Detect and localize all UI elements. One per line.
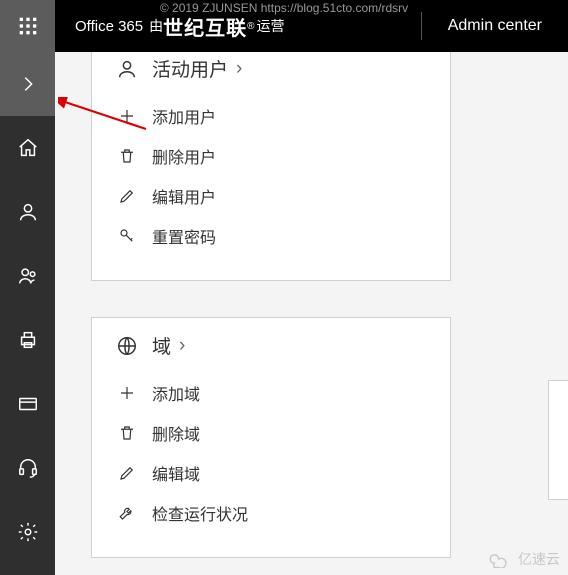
action-label: 检查运行状况 — [152, 501, 248, 525]
sidebar-billing[interactable] — [0, 372, 55, 436]
key-icon — [114, 227, 140, 245]
sidebar-settings[interactable] — [0, 500, 55, 564]
card-title-domains: 域 — [152, 332, 171, 359]
printer-icon — [17, 329, 39, 351]
sidebar-groups[interactable] — [0, 244, 55, 308]
user-head-icon — [114, 58, 140, 80]
sidebar — [0, 52, 55, 575]
brand-reg: ® — [247, 21, 254, 32]
action-label: 编辑用户 — [152, 184, 216, 208]
app-header: Office 365 由 世纪互联 ® 运营 Admin center — [0, 0, 568, 52]
chevron-right-icon: › — [179, 335, 185, 357]
action-label: 重置密码 — [152, 224, 216, 248]
headset-icon — [17, 457, 39, 479]
chevron-right-icon — [17, 73, 39, 95]
brand-cn-tail: 运营 — [256, 16, 284, 36]
card-head-domains[interactable]: 域 › — [92, 326, 450, 373]
action-check-domain-health[interactable]: 检查运行状况 — [92, 493, 450, 533]
card-title-users: 活动用户 — [152, 55, 228, 82]
action-label: 添加用户 — [152, 104, 216, 128]
gear-icon — [17, 521, 39, 543]
action-label: 删除用户 — [152, 144, 216, 168]
plus-icon — [114, 107, 140, 125]
group-icon — [17, 265, 39, 287]
action-label: 删除域 — [152, 421, 200, 445]
person-icon — [17, 201, 39, 223]
action-label: 编辑域 — [152, 461, 200, 485]
plus-icon — [114, 384, 140, 402]
action-delete-user[interactable]: 删除用户 — [92, 136, 450, 176]
trash-icon — [114, 147, 140, 165]
pencil-icon — [114, 187, 140, 205]
action-delete-domain[interactable]: 删除域 — [92, 413, 450, 453]
content-area: 活动用户 › 添加用户 删除用户 编辑用户 重置密码 — [55, 52, 568, 575]
sidebar-home[interactable] — [0, 116, 55, 180]
brand-cn-lead: 由 — [149, 16, 163, 36]
sidebar-support[interactable] — [0, 436, 55, 500]
app-launcher-button[interactable] — [0, 0, 55, 52]
globe-icon — [114, 335, 140, 357]
brand-label: Office 365 由 世纪互联 ® 运营 — [55, 12, 421, 41]
waffle-icon — [18, 16, 38, 36]
chevron-right-icon: › — [236, 58, 242, 80]
card-head-users[interactable]: 活动用户 › — [92, 52, 450, 96]
card-domains: 域 › 添加域 删除域 编辑域 检查运行状况 — [91, 317, 451, 558]
wrench-icon — [114, 504, 140, 522]
brand-prefix: Office 365 — [75, 18, 143, 35]
action-add-domain[interactable]: 添加域 — [92, 373, 450, 413]
home-icon — [17, 137, 39, 159]
action-reset-password[interactable]: 重置密码 — [92, 216, 450, 256]
action-edit-domain[interactable]: 编辑域 — [92, 453, 450, 493]
action-label: 添加域 — [152, 381, 200, 405]
card-partial-right — [548, 380, 568, 500]
trash-icon — [114, 424, 140, 442]
sidebar-expand-button[interactable] — [0, 52, 55, 116]
sidebar-users[interactable] — [0, 180, 55, 244]
brand-cn-bold: 世纪互联 — [163, 12, 247, 41]
admin-center-link[interactable]: Admin center — [422, 17, 568, 35]
action-add-user[interactable]: 添加用户 — [92, 96, 450, 136]
card-icon — [17, 393, 39, 415]
action-edit-user[interactable]: 编辑用户 — [92, 176, 450, 216]
sidebar-resources[interactable] — [0, 308, 55, 372]
pencil-icon — [114, 464, 140, 482]
card-active-users: 活动用户 › 添加用户 删除用户 编辑用户 重置密码 — [91, 52, 451, 281]
